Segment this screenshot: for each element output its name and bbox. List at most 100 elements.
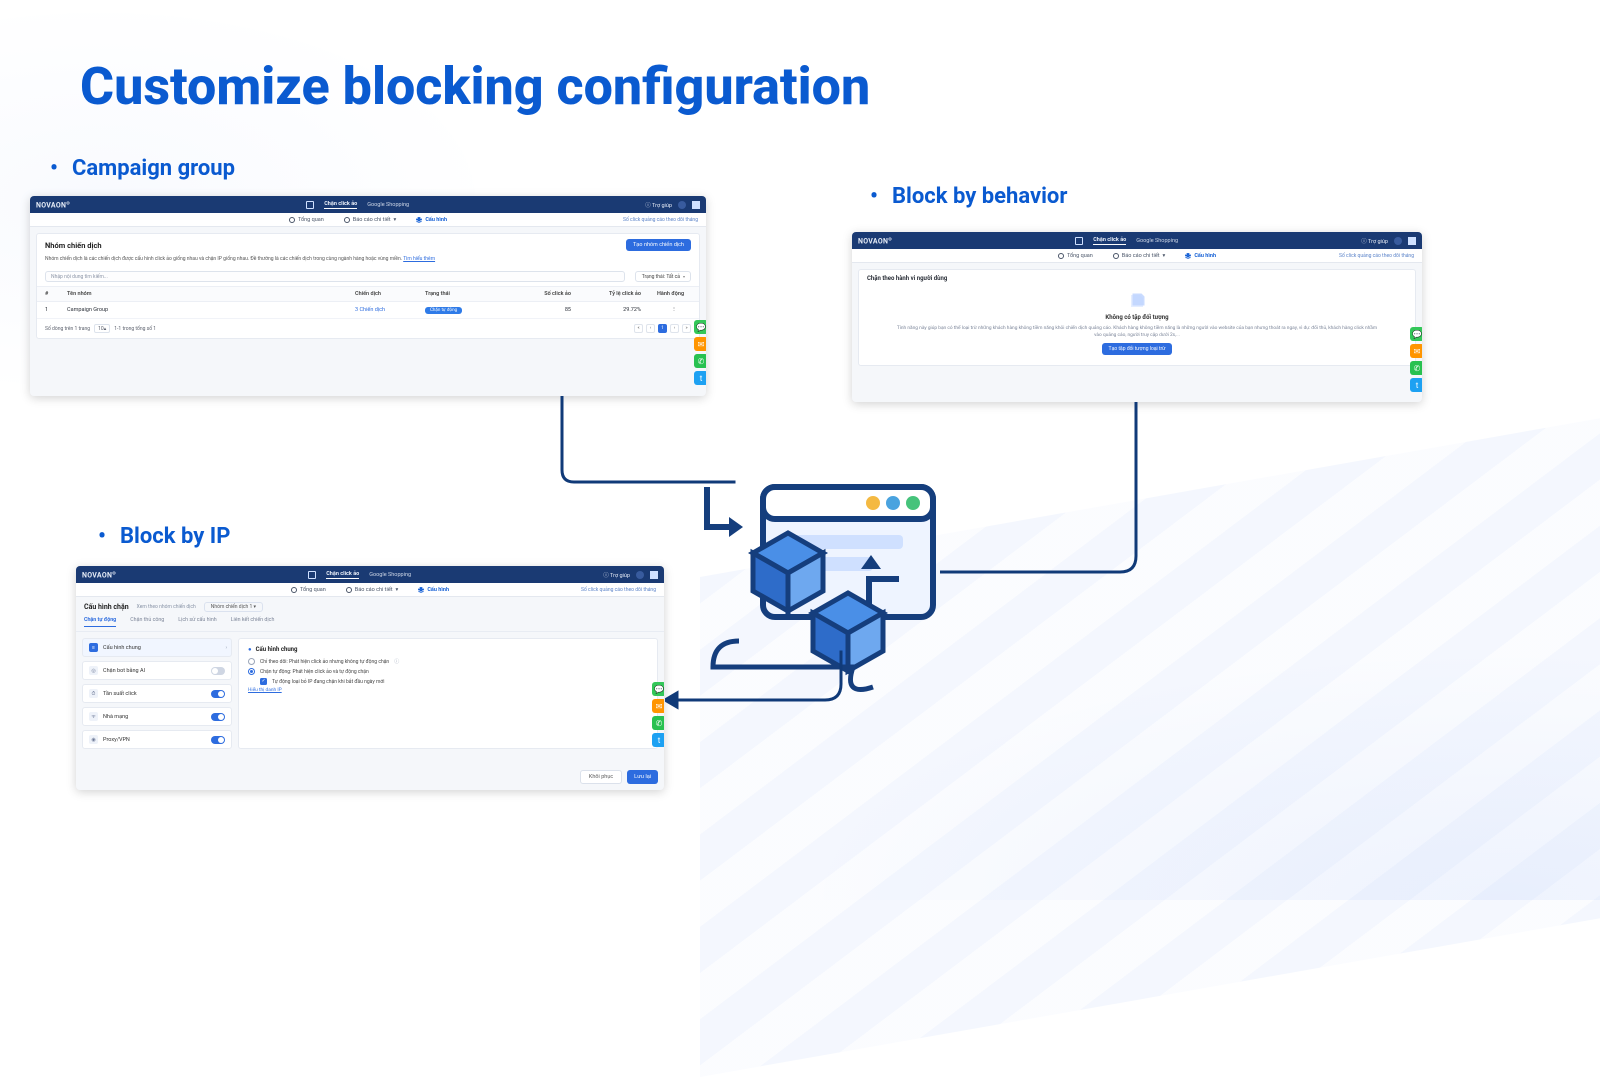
fab-twitter-icon[interactable]: t [652, 733, 664, 747]
subnav-detail[interactable]: Báo cáo chi tiết ▾ [344, 217, 397, 223]
tab-auto-block[interactable]: Chặn tự động [84, 617, 116, 627]
restore-button[interactable]: Khôi phục [580, 770, 622, 784]
language-icon[interactable] [678, 201, 686, 209]
row-action-menu[interactable]: ⋮ [649, 302, 699, 319]
subnav-detail[interactable]: Báo cáo chi tiết ▾ [1113, 253, 1166, 259]
col-name[interactable]: Tên nhóm [59, 287, 347, 302]
subnav-overview[interactable]: Tổng quan [1058, 253, 1093, 259]
subnav-config[interactable]: Cấu hình [418, 587, 449, 593]
topbar: NOVAON◎ Chặn click ảo Google Shopping ⓘ … [30, 196, 706, 213]
cell-idx: 1 [37, 302, 59, 319]
toggle-proxy[interactable] [211, 736, 225, 744]
apps-icon[interactable] [1408, 237, 1416, 245]
col-clicks[interactable]: Số click ảo [489, 287, 579, 302]
brand-logo: NOVAON◎ [82, 570, 116, 579]
rows-per-page-label: Số dòng trên 1 trang [45, 326, 90, 332]
bullet-block-by-ip: Block by IP [98, 524, 230, 549]
col-status[interactable]: Trạng thái [417, 287, 489, 302]
tab-link-campaign[interactable]: Liên kết chiến dịch [231, 617, 275, 627]
subnav-config[interactable]: Cấu hình [416, 217, 447, 223]
nav-click-fraud[interactable]: Chặn click ảo [326, 571, 359, 579]
page-current[interactable]: 1 [658, 324, 667, 333]
toggle-network[interactable] [211, 713, 225, 721]
subnav: Tổng quan Báo cáo chi tiết ▾ Cấu hình Số… [76, 583, 664, 597]
col-ratio[interactable]: Tỷ lệ click ảo [579, 287, 649, 302]
cell-campaigns-link[interactable]: 3 Chiến dịch [355, 307, 385, 313]
col-campaign[interactable]: Chiến dịch [347, 287, 417, 302]
fab-twitter-icon[interactable]: t [1410, 378, 1422, 392]
table-row[interactable]: 1 Campaign Group 3 Chiến dịch Chặn tự độ… [37, 302, 699, 319]
settings-detail-panel: ●Cấu hình chung Chỉ theo dõi: Phát hiện … [238, 638, 658, 749]
help-link[interactable]: ⓘ Trợ giúp [1361, 237, 1388, 245]
fab-chat-icon[interactable]: 💬 [1410, 327, 1422, 341]
wifi-icon: ᯤ [89, 712, 98, 721]
sidebar-item-general[interactable]: ≡Cấu hình chung› [82, 638, 232, 657]
search-input[interactable]: Nhập nội dung tìm kiếm... [45, 271, 625, 282]
tab-history[interactable]: Lịch sử cấu hình [178, 617, 216, 627]
pagination-range: 1-1 trong tổng số 1 [114, 326, 156, 332]
help-link[interactable]: ⓘ Trợ giúp [603, 571, 630, 579]
toggle-freq[interactable] [211, 690, 225, 698]
subnav-overview[interactable]: Tổng quan [289, 217, 324, 223]
create-group-button[interactable]: Tạo nhóm chiến dịch [626, 239, 691, 251]
nav-click-fraud[interactable]: Chặn click ảo [1093, 237, 1126, 245]
help-link[interactable]: ⓘ Trợ giúp [645, 201, 672, 209]
show-ip-list-link[interactable]: Hiểu thị danh IP [248, 688, 648, 693]
topbar: NOVAON◎ Chặn click ảo Google Shopping ⓘ … [852, 232, 1422, 249]
nav-google-shopping[interactable]: Google Shopping [1136, 238, 1178, 244]
empty-description: Tính năng này giúp bạn có thể loại trừ n… [895, 325, 1379, 339]
language-icon[interactable] [636, 571, 644, 579]
checkbox-daily-clear[interactable] [260, 678, 267, 685]
apps-icon[interactable] [650, 571, 658, 579]
sidebar-item-proxy[interactable]: ◉Proxy/VPN [82, 730, 232, 749]
status-filter[interactable]: Trạng thái: Tất cả▾ [635, 271, 691, 282]
home-icon[interactable] [306, 201, 314, 209]
page-first[interactable]: « [634, 324, 643, 333]
home-icon[interactable] [308, 571, 316, 579]
rows-per-page-select[interactable]: 10 ▴ [94, 324, 110, 333]
fab-phone-icon[interactable]: ✆ [694, 354, 706, 368]
subnav-config[interactable]: Cấu hình [1185, 253, 1216, 259]
home-icon[interactable] [1075, 237, 1083, 245]
nav-google-shopping[interactable]: Google Shopping [369, 572, 411, 578]
slide-title: Customize blocking configuration [80, 56, 870, 117]
group-selector[interactable]: Nhóm chiến dịch 1 ▾ [204, 602, 263, 612]
col-idx[interactable]: # [37, 287, 59, 302]
sidebar-item-ai-bot[interactable]: ◎Chặn bot bằng AI [82, 661, 232, 680]
cell-ratio: 29.72% [579, 302, 649, 319]
fab-chat-icon[interactable]: 💬 [694, 320, 706, 334]
fab-mail-icon[interactable]: ✉ [694, 337, 706, 351]
sidebar-item-network[interactable]: ᯤNhà mạng [82, 707, 232, 726]
nav-google-shopping[interactable]: Google Shopping [367, 202, 409, 208]
doc-icon [344, 217, 350, 223]
label-monitor-only: Chỉ theo dõi: Phát hiện click ảo nhưng k… [260, 659, 389, 665]
empty-state-icon [1128, 292, 1146, 310]
fab-phone-icon[interactable]: ✆ [652, 716, 664, 730]
page-title: Cấu hình chặn [84, 603, 129, 611]
gear-icon [1185, 253, 1191, 259]
fab-phone-icon[interactable]: ✆ [1410, 361, 1422, 375]
subnav: Tổng quan Báo cáo chi tiết ▾ Cấu hình Số… [30, 213, 706, 227]
subnav-detail[interactable]: Báo cáo chi tiết ▾ [346, 587, 399, 593]
create-audience-button[interactable]: Tạo tập đối tượng loại trừ [1102, 343, 1173, 355]
subnav-overview[interactable]: Tổng quan [291, 587, 326, 593]
sidebar-item-frequency[interactable]: ⏱Tần suất click [82, 684, 232, 703]
page-last[interactable]: » [682, 324, 691, 333]
save-button[interactable]: Lưu lại [627, 770, 658, 784]
radio-monitor-only[interactable] [248, 658, 255, 665]
nav-click-fraud[interactable]: Chặn click ảo [324, 201, 357, 209]
language-icon[interactable] [1394, 237, 1402, 245]
fab-twitter-icon[interactable]: t [694, 371, 706, 385]
learn-more-link[interactable]: Tìm hiểu thêm [403, 256, 435, 262]
radio-auto-block[interactable] [248, 668, 255, 675]
apps-icon[interactable] [692, 201, 700, 209]
toggle-ai[interactable] [211, 667, 225, 675]
breadcrumb: Cấu hình chặn Xem theo nhóm chiến dịch N… [76, 597, 664, 617]
fab-mail-icon[interactable]: ✉ [652, 699, 664, 713]
fab-mail-icon[interactable]: ✉ [1410, 344, 1422, 358]
label-auto-block: Chặn tự động: Phát hiện click ảo và tự đ… [260, 669, 369, 675]
tab-manual-block[interactable]: Chặn thủ công [130, 617, 164, 627]
page-next[interactable]: › [670, 324, 679, 333]
fab-chat-icon[interactable]: 💬 [652, 682, 664, 696]
page-prev[interactable]: ‹ [646, 324, 655, 333]
